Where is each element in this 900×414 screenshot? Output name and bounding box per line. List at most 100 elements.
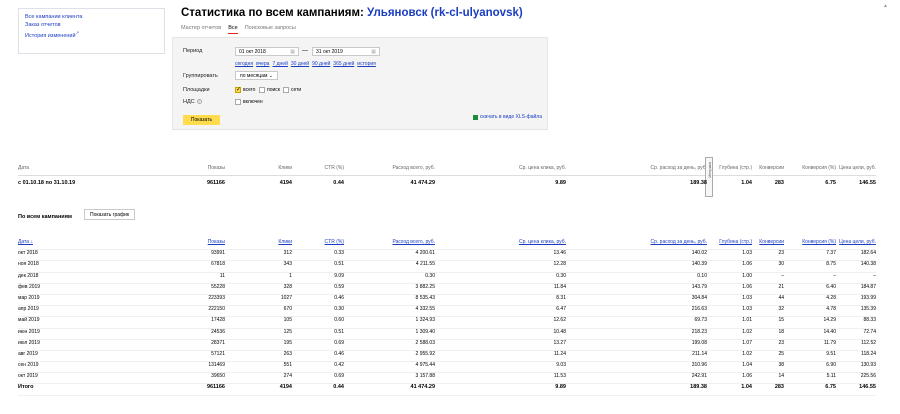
table-cell: 93991 <box>211 250 225 257</box>
nav-link-all-campaigns[interactable]: Все кампании клиента <box>25 13 158 21</box>
tab-all[interactable]: Все <box>228 25 238 34</box>
quick-7-days[interactable]: 7 дней <box>272 61 287 67</box>
table-cell: 69.73 <box>694 317 707 324</box>
quick-30-days[interactable]: 30 дней <box>291 61 309 67</box>
table-cell: 8.31 <box>556 294 566 301</box>
show-graph-button[interactable]: Показать график <box>84 209 136 220</box>
table-cell: 4.78 <box>826 306 836 313</box>
table-cell: 24536 <box>211 328 225 335</box>
vat-checkbox[interactable]: включен <box>235 99 263 105</box>
table-cell: 11.84 <box>553 283 566 290</box>
table-cell: 1.01 <box>742 317 752 324</box>
sort-depth-header[interactable]: Глубина (стр.) <box>719 239 752 245</box>
table-row: окт 2019 39650 274 0.69 3 157.88 11.53 242.91 1… <box>18 373 876 385</box>
sort-ctr-header[interactable]: CTR (%) <box>325 239 344 245</box>
calendar-icon[interactable]: ▦ <box>290 49 295 55</box>
table-cell: 44 <box>778 294 784 301</box>
platform-all-checkbox[interactable]: всего <box>235 86 256 93</box>
summary-cell: 9.89 <box>555 180 566 186</box>
scroll-up-arrow-icon[interactable]: ▲ <box>883 3 888 9</box>
summary-cell: 961166 <box>206 180 225 186</box>
table-cell: 9.09 <box>334 272 344 279</box>
table-cell: 1 324.93 <box>415 317 435 324</box>
table-cell: 0.42 <box>334 362 344 369</box>
quick-today[interactable]: сегодня <box>235 61 253 67</box>
table-cell: 0.46 <box>334 350 344 357</box>
summary-cell: 4194 <box>279 180 292 186</box>
table-cell: 310.96 <box>691 362 707 369</box>
table-cell: 11.24 <box>553 350 566 357</box>
summary-cell: 146.55 <box>859 180 876 186</box>
summary-cell: 283 <box>774 180 784 186</box>
table-cell: 140.38 <box>860 261 876 268</box>
table-cell: мар 2019 <box>18 294 40 301</box>
table-cell: 304.84 <box>691 294 707 301</box>
table-cell: 7.37 <box>826 250 836 257</box>
calendar-icon[interactable]: ▦ <box>371 49 376 55</box>
table-cell: 1.04 <box>741 384 752 391</box>
table-cell: 125 <box>283 328 292 335</box>
sort-conversion-rate-header[interactable]: Конверсия (%) <box>802 239 836 245</box>
sort-date-header[interactable]: Дата ↓ <box>18 239 33 245</box>
sort-goal-cost-header[interactable]: Цена цели, руб. <box>839 239 876 245</box>
table-cell: 1.06 <box>742 261 752 268</box>
table-cell: 32 <box>778 306 784 313</box>
table-cell: ноя 2018 <box>18 261 39 268</box>
table-cell: 5.11 <box>826 373 836 380</box>
platform-networks-label: сети <box>291 87 302 93</box>
table-cell: 1027 <box>280 294 292 301</box>
checkbox-icon <box>235 99 241 105</box>
metrics-toggle[interactable]: Метрика <box>705 157 713 197</box>
platform-networks-checkbox[interactable]: сети <box>283 87 301 93</box>
sort-avg-daily-header[interactable]: Ср. расход за день, руб. <box>651 239 708 245</box>
sort-impressions-header[interactable]: Показы <box>208 239 225 245</box>
col-spend: Расход всего, руб. <box>392 165 435 171</box>
table-cell: 189.38 <box>690 384 707 391</box>
table-cell: 670 <box>283 306 292 313</box>
date-to-input[interactable]: 31 окт 2019 ▦ <box>312 47 380 56</box>
table-cell: 1.02 <box>742 350 752 357</box>
summary-cell: 41 474.29 <box>410 180 435 186</box>
platform-search-checkbox[interactable]: поиск <box>259 87 280 93</box>
title-campaign[interactable]: Ульяновск (rk-cl-ulyanovsk) <box>367 7 523 19</box>
quick-365-days[interactable]: 365 дней <box>333 61 354 67</box>
table-cell: 57121 <box>211 350 225 357</box>
nav-link-change-history[interactable]: История изменений↗ <box>25 29 158 40</box>
table-cell: 9.89 <box>555 384 566 391</box>
tab-search-queries[interactable]: Поисковые запросы <box>245 25 296 34</box>
download-xls-link[interactable]: скачать в виде XLS-файла <box>472 114 542 120</box>
table-cell: 263 <box>283 350 292 357</box>
table-cell: 1.03 <box>742 250 752 257</box>
table-cell: 218.23 <box>691 328 707 335</box>
table-cell: 0.60 <box>334 317 344 324</box>
table-cell: 6.90 <box>826 362 836 369</box>
quick-yesterday[interactable]: вчера <box>256 61 269 67</box>
table-cell: 11 <box>219 272 225 279</box>
platform-all-label: всего <box>243 87 256 93</box>
filter-panel: Период 01 окт 2018 ▦ — 31 окт 2019 ▦ сег… <box>172 37 548 130</box>
table-cell: 9.51 <box>826 350 836 357</box>
quick-90-days[interactable]: 90 дней <box>312 61 330 67</box>
table-cell: 30 <box>778 261 784 268</box>
show-button[interactable]: Показать <box>183 115 220 125</box>
group-select[interactable]: по месяцам ⌄ <box>235 71 278 80</box>
tab-report-wizard[interactable]: Мастер отчетов <box>181 25 221 34</box>
help-icon[interactable]: ? <box>196 99 202 104</box>
sort-spend-header[interactable]: Расход всего, руб. <box>392 239 435 245</box>
table-cell: 193.99 <box>860 294 876 301</box>
table-cell: 39650 <box>211 373 225 380</box>
sort-avg-cpc-header[interactable]: Ср. цена клика, руб. <box>519 239 566 245</box>
table-cell: 118.24 <box>861 350 876 357</box>
table-row: окт 2018 93991 312 0.33 4 200.61 13.46 140.02 1… <box>18 250 876 262</box>
table-cell: 14.29 <box>823 317 836 324</box>
date-from-input[interactable]: 01 окт 2018 ▦ <box>235 47 299 56</box>
col-impressions: Показы <box>207 165 225 171</box>
table-cell: окт 2019 <box>18 373 38 380</box>
table-cell: 4194 <box>279 384 292 391</box>
nav-link-order-reports[interactable]: Заказ отчетов <box>25 21 158 29</box>
sort-clicks-header[interactable]: Клики <box>278 239 292 245</box>
summary-cell: с 01.10.18 по 31.10.19 <box>18 180 76 186</box>
sort-conversions-header[interactable]: Конверсии <box>759 239 784 245</box>
platforms-label: Площадки <box>183 87 210 93</box>
quick-history[interactable]: история <box>357 61 376 67</box>
